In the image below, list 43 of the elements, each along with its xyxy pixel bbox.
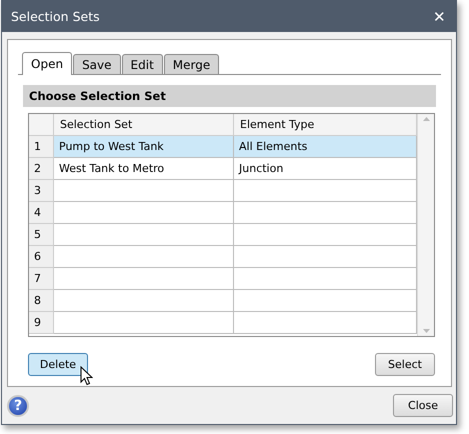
column-header: Selection Set xyxy=(54,114,234,136)
tab[interactable]: Save xyxy=(73,54,121,74)
table-cell[interactable] xyxy=(54,202,234,224)
table-cell[interactable]: West Tank to Metro xyxy=(54,158,234,180)
table-cell[interactable] xyxy=(54,224,234,246)
table-cell[interactable] xyxy=(54,268,234,290)
select-button[interactable]: Select xyxy=(375,353,435,376)
close-button[interactable]: ✕ xyxy=(433,8,446,26)
row-number: 1 xyxy=(29,136,54,158)
row-number: 6 xyxy=(29,246,54,268)
window-title: Selection Sets xyxy=(11,9,100,24)
table-cell[interactable] xyxy=(234,246,417,268)
row-number: 3 xyxy=(29,180,54,202)
table-cell[interactable] xyxy=(234,224,417,246)
table-cell[interactable] xyxy=(234,290,417,312)
table-cell[interactable] xyxy=(54,180,234,202)
row-number: 7 xyxy=(29,268,54,290)
close-button[interactable]: Close xyxy=(393,394,453,417)
scrollbar[interactable] xyxy=(417,114,434,336)
table-cell[interactable] xyxy=(234,312,417,334)
table-cell[interactable]: Junction xyxy=(234,158,417,180)
tab[interactable]: Open xyxy=(22,52,72,75)
table-cell[interactable] xyxy=(54,290,234,312)
table-cell[interactable]: Pump to West Tank xyxy=(54,136,234,158)
help-button[interactable]: ? xyxy=(7,394,29,416)
section-header: Choose Selection Set xyxy=(23,85,436,107)
scroll-up-icon[interactable] xyxy=(422,117,430,121)
scroll-down-icon[interactable] xyxy=(422,329,430,333)
table-cell[interactable] xyxy=(234,268,417,290)
table-cell[interactable]: All Elements xyxy=(234,136,417,158)
row-number: 4 xyxy=(29,202,54,224)
row-number: 8 xyxy=(29,290,54,312)
column-header: Element Type xyxy=(234,114,417,136)
row-number: 9 xyxy=(29,312,54,334)
table-cell[interactable] xyxy=(234,180,417,202)
delete-button[interactable]: Delete xyxy=(28,353,88,376)
tab[interactable]: Merge xyxy=(164,54,220,74)
table-cell[interactable] xyxy=(54,246,234,268)
row-number: 2 xyxy=(29,158,54,180)
table-cell[interactable] xyxy=(54,312,234,334)
tab[interactable]: Edit xyxy=(122,54,163,74)
row-number: 5 xyxy=(29,224,54,246)
table-cell[interactable] xyxy=(234,202,417,224)
